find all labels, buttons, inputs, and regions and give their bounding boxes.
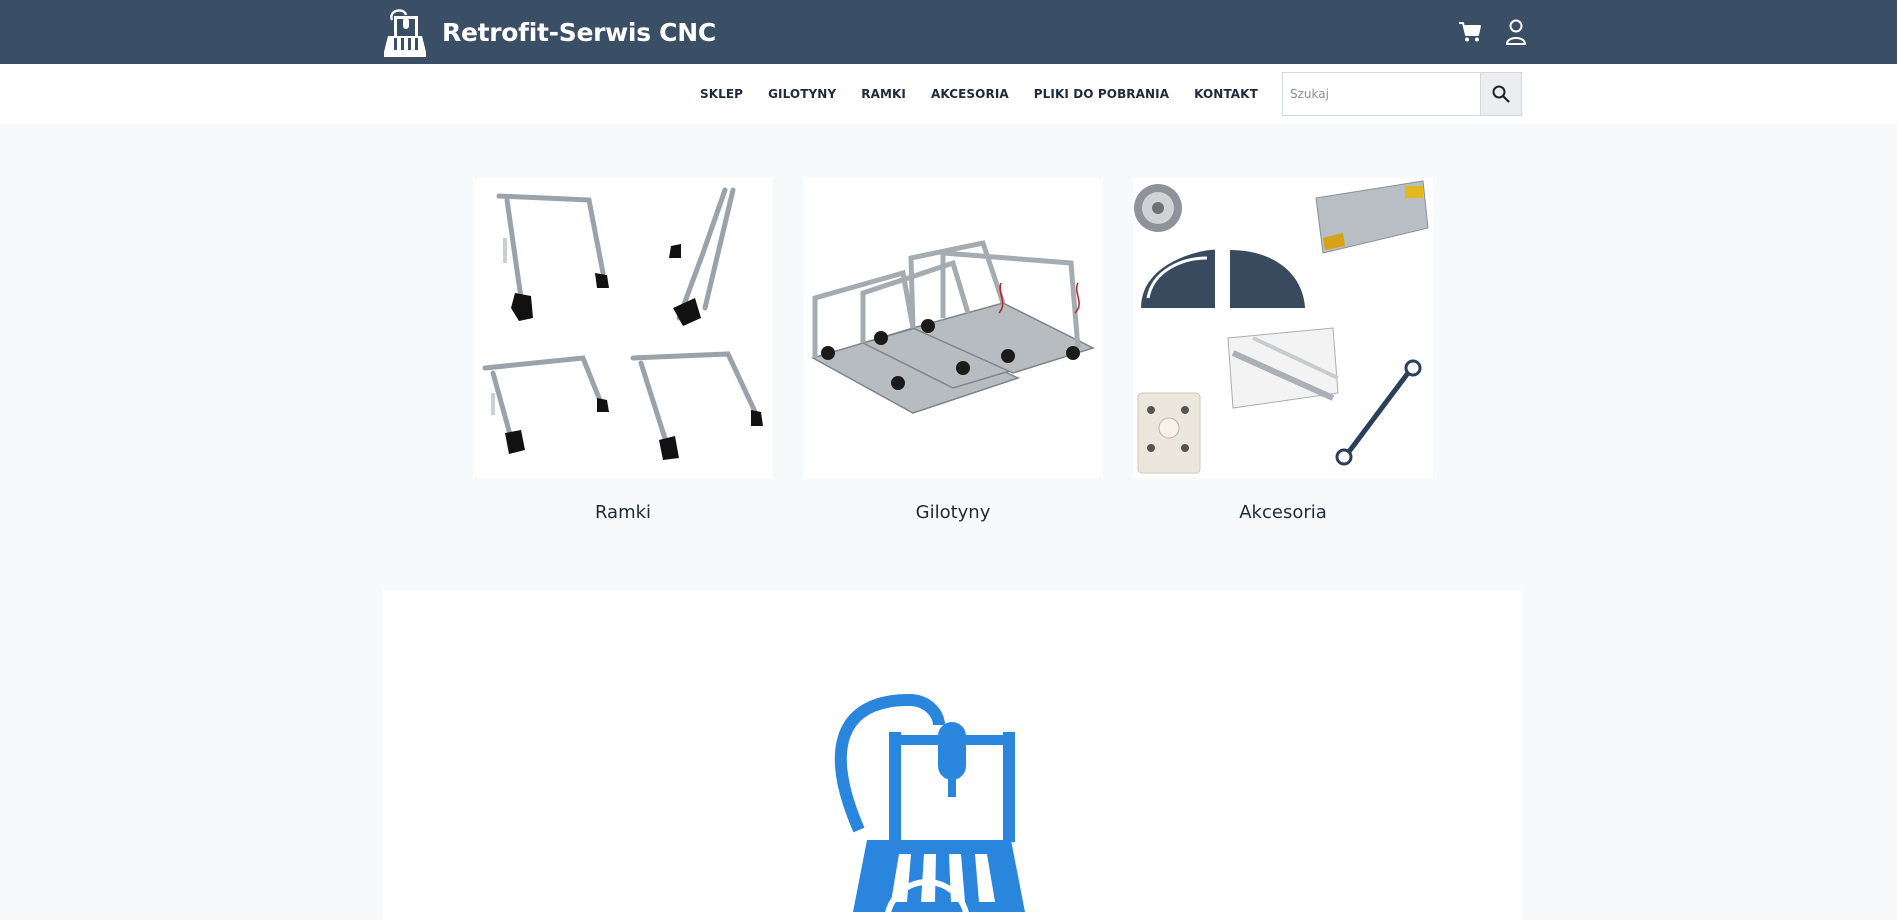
nav-item-gilotyny[interactable]: GILOTYNY (768, 87, 836, 101)
promo-panel (383, 590, 1522, 920)
main-navigation: SKLEP GILOTYNY RAMKI AKCESORIA PLIKI DO … (0, 64, 1897, 124)
nav-item-sklep[interactable]: SKLEP (700, 87, 743, 101)
frames-product-illustration (482, 187, 763, 460)
category-card-ramki[interactable]: Ramki (473, 178, 773, 523)
ramki-image (473, 178, 773, 478)
accessories-product-illustration (1134, 180, 1429, 474)
search-button[interactable] (1480, 73, 1521, 115)
search-box (1282, 72, 1522, 116)
category-card-akcesoria[interactable]: Akcesoria (1133, 178, 1433, 523)
category-label: Gilotyny (915, 502, 991, 523)
cnc-machine-brand-logo-icon (834, 693, 1025, 920)
nav-item-kontakt[interactable]: KONTAKT (1194, 87, 1258, 101)
nav-menu: SKLEP GILOTYNY RAMKI AKCESORIA PLIKI DO … (700, 64, 1283, 124)
guillotine-product-illustration (811, 240, 1095, 414)
user-icon (1506, 19, 1526, 45)
category-label: Akcesoria (1239, 502, 1327, 523)
cart-button[interactable] (1454, 16, 1486, 48)
brand[interactable]: Retrofit-Serwis CNC (382, 6, 716, 58)
cnc-machine-logo-icon (384, 9, 426, 57)
site-title: Retrofit-Serwis CNC (442, 17, 716, 47)
nav-item-akcesoria[interactable]: AKCESORIA (931, 87, 1009, 101)
category-card-gilotyny[interactable]: Gilotyny (803, 178, 1103, 523)
category-label: Ramki (594, 502, 652, 523)
nav-item-pliki-do-pobrania[interactable]: PLIKI DO POBRANIA (1034, 87, 1169, 101)
nav-item-ramki[interactable]: RAMKI (861, 87, 906, 101)
search-icon (1492, 85, 1510, 103)
gilotyny-image (803, 178, 1103, 478)
akcesoria-image (1133, 178, 1433, 478)
top-header: Retrofit-Serwis CNC (0, 0, 1897, 64)
cart-icon (1459, 22, 1481, 42)
account-button[interactable] (1500, 16, 1532, 48)
search-input[interactable] (1283, 73, 1480, 115)
